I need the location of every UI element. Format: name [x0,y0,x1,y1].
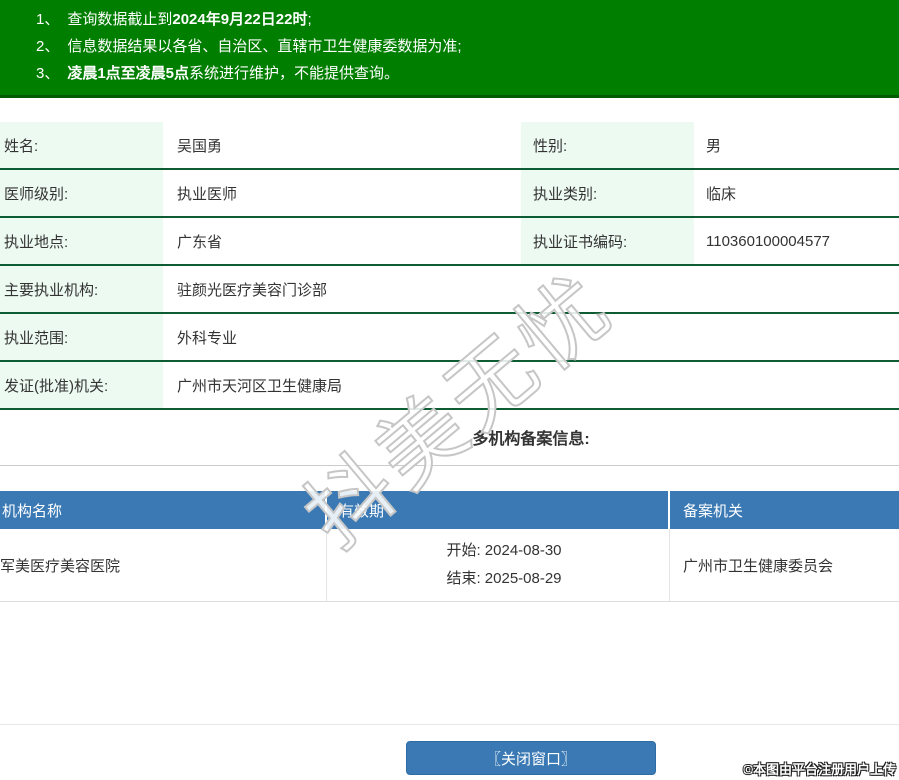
notice-text: ; [307,11,312,28]
table-header-row: 机构名称 有效期 备案机关 [0,491,899,529]
table-row: 主要执业机构: 驻颜光医疗美容门诊部 [0,266,899,314]
table-row: 发证(批准)机关: 广州市天河区卫生健康局 [0,362,899,410]
copyright-watermark-text: ©本图由平台注册用户上传 [743,762,896,777]
field-value-practice-scope: 外科专业 [177,329,238,347]
field-label-issuing-authority: 发证(批准)机关: [0,362,163,408]
field-value-practice-type: 临床 [706,185,737,203]
notice-banner: 1、 查询数据截止到2024年9月22日22时; 2、 信息数据结果以各省、自治区、… [0,0,899,98]
field-value-doctor-level: 执业医师 [177,185,238,203]
notice-line-1: 1、 查询数据截止到2024年9月22日22时; [36,6,889,33]
table-row: 执业地点: 广东省 执业证书编码: 110360100004577 [0,218,899,266]
close-window-button[interactable]: 〖关闭窗口〗 [406,741,656,775]
doctor-info-table: 姓名: 吴国勇 性别: 男 医师级别: 执业医师 执业类别: 临床 执业地点: … [0,122,899,410]
notice-text: 查询数据截止到 [67,11,173,28]
field-label-doctor-level: 医师级别: [0,170,163,216]
column-header-validity: 有效期 [327,491,670,529]
field-label-practice-scope: 执业范围: [0,314,163,360]
field-value-name: 吴国勇 [177,137,223,155]
validity-cell: 开始: 2024-08-30 结束: 2025-08-29 [327,529,670,601]
field-value-issuing-authority: 广州市天河区卫生健康局 [177,377,343,395]
validity-start: 开始: 2024-08-30 [446,542,562,559]
field-label-practice-type: 执业类别: [521,170,694,216]
record-authority-cell: 广州市卫生健康委员会 [683,557,834,575]
field-value-certificate-no: 110360100004577 [706,232,831,250]
table-row: 医师级别: 执业医师 执业类别: 临床 [0,170,899,218]
field-value-gender: 男 [706,137,722,155]
column-header-record-authority: 备案机关 [683,502,744,520]
table-row: 执业范围: 外科专业 [0,314,899,362]
column-header-org-name: 机构名称 [0,491,327,529]
notice-number: 2、 [36,38,60,55]
notice-line-3: 3、 凌晨1点至凌晨5点系统进行维护，不能提供查询。 [36,60,889,87]
field-label-name: 姓名: [0,122,163,168]
notice-number: 3、 [36,65,60,82]
section-divider [0,465,899,466]
field-label-certificate-no: 执业证书编码: [521,218,694,264]
multi-org-table: 机构名称 有效期 备案机关 军美医疗美容医院 开始: 2024-08-30 结束… [0,491,899,602]
field-value-practice-place: 广东省 [177,233,223,251]
table-row: 姓名: 吴国勇 性别: 男 [0,122,899,170]
table-row: 军美医疗美容医院 开始: 2024-08-30 结束: 2025-08-29 广… [0,529,899,602]
field-label-main-institution: 主要执业机构: [0,266,163,312]
notice-text-bold: 2024年9月22日22时 [172,11,308,28]
org-name-cell: 军美医疗美容医院 [0,529,327,601]
validity-end: 结束: 2025-08-29 [446,570,562,587]
notice-text: 信息数据结果以各省、自治区、直辖市卫生健康委数据为准; [67,38,462,55]
field-label-gender: 性别: [521,122,694,168]
field-value-main-institution: 驻颜光医疗美容门诊部 [177,281,328,299]
notice-text-bold: 凌晨1点至凌晨5点 [67,65,190,82]
notice-number: 1、 [36,11,60,28]
notice-text: 系统进行维护，不能提供查询。 [189,65,400,82]
notice-line-2: 2、 信息数据结果以各省、自治区、直辖市卫生健康委数据为准; [36,33,889,60]
field-label-practice-place: 执业地点: [0,218,163,264]
multi-org-heading: 多机构备案信息: [472,431,590,448]
